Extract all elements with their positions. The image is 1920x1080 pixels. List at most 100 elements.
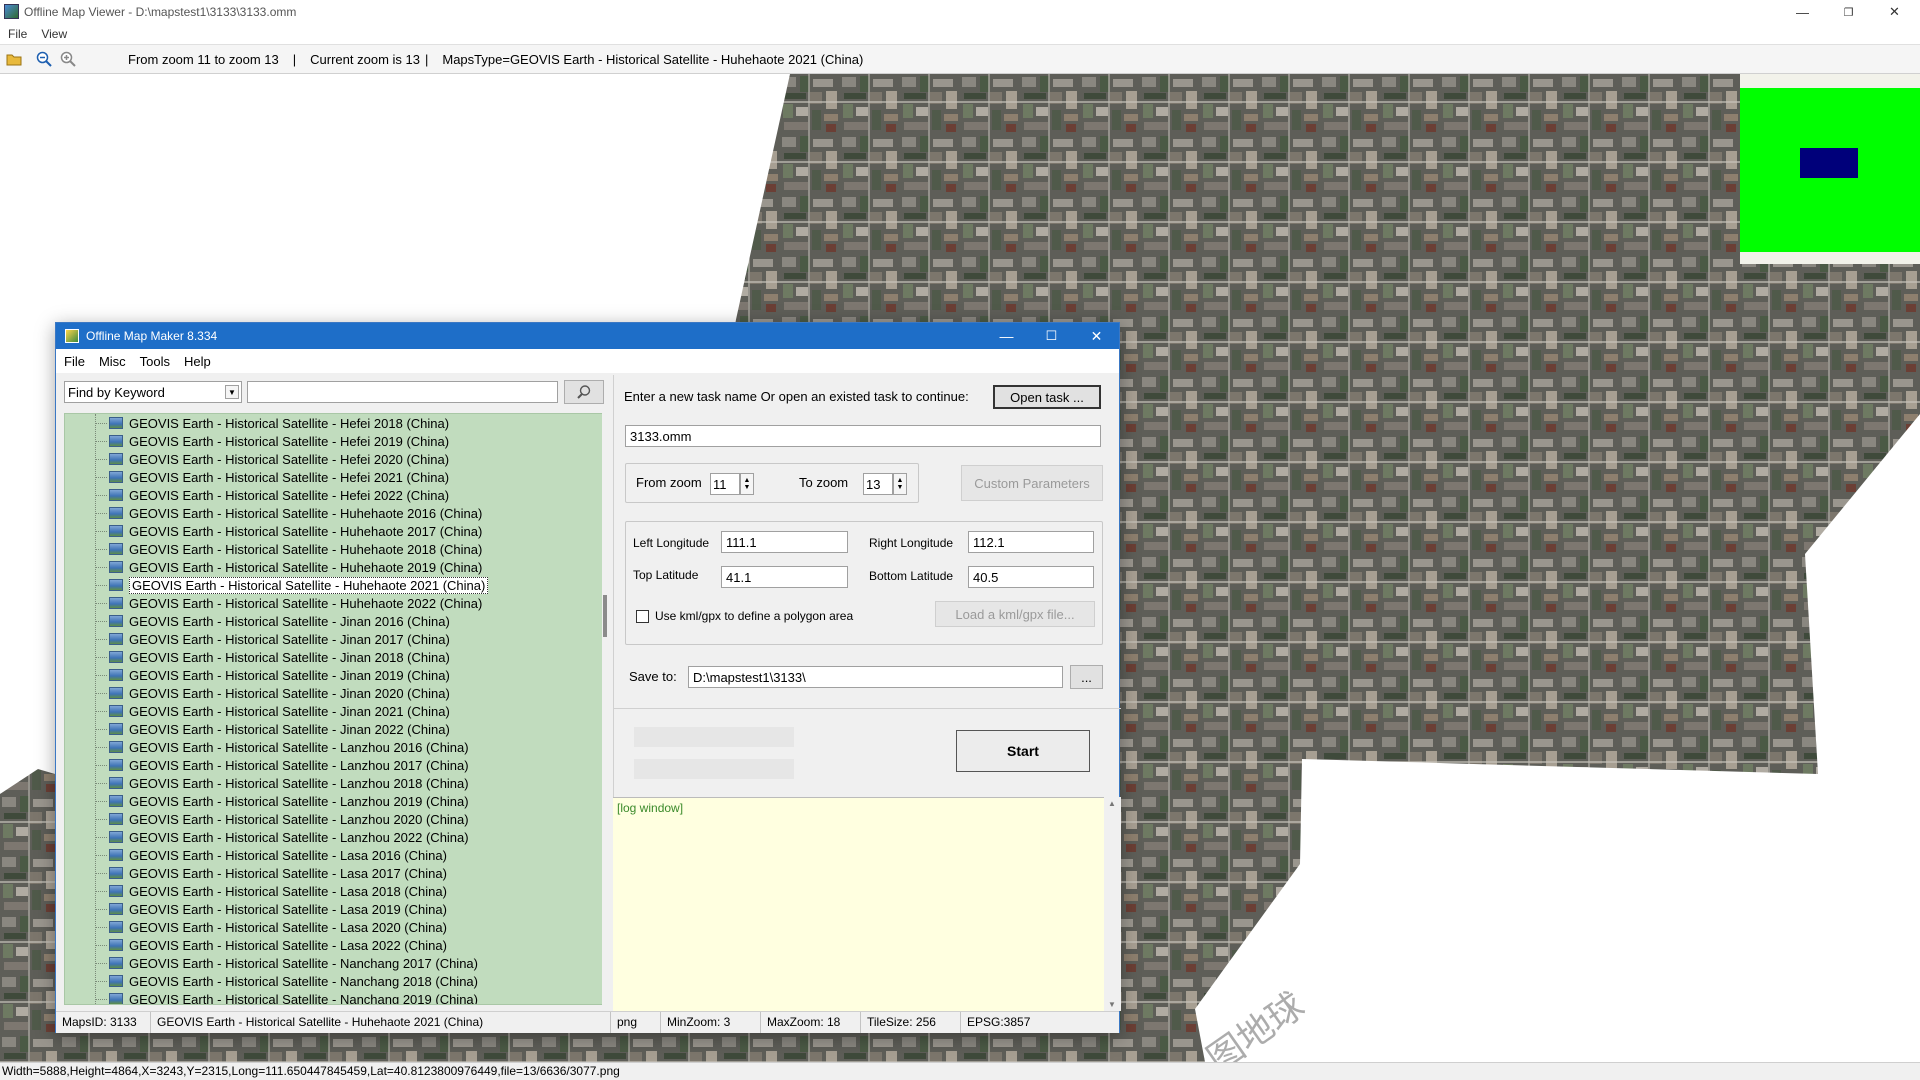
tree-item[interactable]: GEOVIS Earth - Historical Satellite - La… — [109, 936, 447, 954]
dialog-menu-help[interactable]: Help — [184, 354, 211, 369]
dialog-close-icon[interactable]: ✕ — [1074, 323, 1119, 349]
map-layer-icon — [109, 633, 123, 645]
tree-item[interactable]: GEOVIS Earth - Historical Satellite - Hu… — [109, 576, 489, 594]
tree-item[interactable]: GEOVIS Earth - Historical Satellite - Hu… — [109, 522, 482, 540]
dialog-menu-misc[interactable]: Misc — [99, 354, 126, 369]
map-layer-icon — [109, 615, 123, 627]
kml-checkbox[interactable] — [636, 610, 649, 623]
tree-item[interactable]: GEOVIS Earth - Historical Satellite - La… — [109, 792, 469, 810]
map-layer-icon — [109, 669, 123, 681]
from-zoom-spin-icon[interactable]: ▲ ▼ — [740, 473, 754, 495]
tree-item[interactable]: GEOVIS Earth - Historical Satellite - He… — [109, 414, 449, 432]
tree-item[interactable]: GEOVIS Earth - Historical Satellite - La… — [109, 828, 469, 846]
toolbar-separator: | — [424, 51, 429, 67]
search-button[interactable] — [564, 380, 604, 404]
progress-bar-2 — [634, 759, 794, 779]
map-layer-icon — [109, 687, 123, 699]
open-folder-icon[interactable] — [4, 49, 24, 69]
to-zoom-spin-icon[interactable]: ▲ ▼ — [893, 473, 907, 495]
tree-item[interactable]: GEOVIS Earth - Historical Satellite - Na… — [109, 990, 478, 1004]
tree-item[interactable]: GEOVIS Earth - Historical Satellite - La… — [109, 810, 469, 828]
tree-item[interactable]: GEOVIS Earth - Historical Satellite - Hu… — [109, 504, 482, 522]
map-layer-icon — [109, 705, 123, 717]
map-layer-icon — [109, 849, 123, 861]
tree-item-label: GEOVIS Earth - Historical Satellite - Na… — [129, 973, 478, 989]
search-input[interactable] — [247, 381, 558, 403]
viewer-menubar: File View — [0, 24, 1920, 44]
start-button[interactable]: Start — [956, 730, 1090, 772]
tree-item[interactable]: GEOVIS Earth - Historical Satellite - He… — [109, 450, 449, 468]
status-tile-size: TileSize: 256 — [861, 1012, 961, 1033]
tree-item[interactable]: GEOVIS Earth - Historical Satellite - La… — [109, 756, 469, 774]
map-layer-icon — [109, 417, 123, 429]
from-zoom-stepper[interactable]: 11 — [710, 473, 740, 495]
custom-parameters-button[interactable]: Custom Parameters — [961, 465, 1103, 501]
tree-item[interactable]: GEOVIS Earth - Historical Satellite - He… — [109, 432, 449, 450]
tree-item[interactable]: GEOVIS Earth - Historical Satellite - Na… — [109, 972, 478, 990]
dialog-menu-tools[interactable]: Tools — [140, 354, 170, 369]
tree-item[interactable]: GEOVIS Earth - Historical Satellite - Hu… — [109, 540, 482, 558]
tree-item[interactable]: GEOVIS Earth - Historical Satellite - He… — [109, 486, 449, 504]
tree-item-label: GEOVIS Earth - Historical Satellite - La… — [129, 739, 469, 755]
map-layer-icon — [109, 777, 123, 789]
dialog-maximize-icon[interactable]: ☐ — [1029, 323, 1074, 349]
tree-item[interactable]: GEOVIS Earth - Historical Satellite - Ji… — [109, 720, 450, 738]
map-layer-icon — [109, 525, 123, 537]
tree-item[interactable]: GEOVIS Earth - Historical Satellite - Ji… — [109, 612, 450, 630]
tree-item-label: GEOVIS Earth - Historical Satellite - La… — [129, 847, 447, 863]
dialog-menu-file[interactable]: File — [64, 354, 85, 369]
tree-item[interactable]: GEOVIS Earth - Historical Satellite - Ji… — [109, 702, 450, 720]
tree-item[interactable]: GEOVIS Earth - Historical Satellite - He… — [109, 468, 449, 486]
tree-item[interactable]: GEOVIS Earth - Historical Satellite - La… — [109, 882, 447, 900]
log-scrollbar[interactable]: ▲ ▼ — [1104, 797, 1121, 1011]
restore-icon[interactable]: ❐ — [1826, 0, 1871, 24]
load-kml-button[interactable]: Load a kml/gpx file... — [935, 601, 1095, 627]
tree-item[interactable]: GEOVIS Earth - Historical Satellite - La… — [109, 900, 447, 918]
tree-item[interactable]: GEOVIS Earth - Historical Satellite - La… — [109, 864, 447, 882]
tree-item[interactable]: GEOVIS Earth - Historical Satellite - La… — [109, 918, 447, 936]
dialog-minimize-icon[interactable]: — — [984, 323, 1029, 349]
offline-map-maker-window: Offline Map Maker 8.334 — ☐ ✕ File Misc … — [55, 322, 1121, 1033]
tree-item[interactable]: GEOVIS Earth - Historical Satellite - Na… — [109, 954, 478, 972]
to-zoom-stepper[interactable]: 13 — [863, 473, 893, 495]
progress-bar-1 — [634, 727, 794, 747]
minimize-icon[interactable]: — — [1780, 0, 1825, 24]
save-path-field[interactable]: D:\mapstest1\3133\ — [688, 666, 1063, 688]
zoom-in-icon[interactable] — [58, 49, 78, 69]
menu-file[interactable]: File — [8, 27, 27, 41]
log-window[interactable]: [log window] — [613, 797, 1121, 1011]
maps-tree[interactable]: GEOVIS Earth - Historical Satellite - He… — [64, 413, 604, 1005]
right-longitude-field[interactable]: 112.1 — [968, 531, 1094, 553]
divider — [613, 708, 1121, 709]
search-mode-select[interactable]: Find by Keyword ▼ — [64, 381, 242, 403]
left-longitude-field[interactable]: 111.1 — [721, 531, 848, 553]
map-layer-icon — [109, 543, 123, 555]
tree-item[interactable]: GEOVIS Earth - Historical Satellite - La… — [109, 846, 447, 864]
tree-item[interactable]: GEOVIS Earth - Historical Satellite - La… — [109, 738, 469, 756]
open-task-button[interactable]: Open task ... — [993, 385, 1101, 409]
overview-panel[interactable] — [1740, 74, 1920, 264]
close-icon[interactable]: ✕ — [1872, 0, 1917, 24]
tree-item[interactable]: GEOVIS Earth - Historical Satellite - Ji… — [109, 648, 450, 666]
zoom-out-icon[interactable] — [34, 49, 54, 69]
tree-item-label: GEOVIS Earth - Historical Satellite - Ji… — [129, 631, 450, 647]
tree-item-label: GEOVIS Earth - Historical Satellite - Hu… — [129, 559, 483, 575]
tree-item[interactable]: GEOVIS Earth - Historical Satellite - Hu… — [109, 594, 482, 612]
tree-item-label: GEOVIS Earth - Historical Satellite - La… — [129, 901, 447, 917]
tree-item[interactable]: GEOVIS Earth - Historical Satellite - Hu… — [109, 558, 482, 576]
scroll-up-icon[interactable]: ▲ — [1108, 799, 1116, 808]
tree-item-label: GEOVIS Earth - Historical Satellite - La… — [129, 865, 447, 881]
scroll-down-icon[interactable]: ▼ — [1108, 1000, 1116, 1009]
top-latitude-field[interactable]: 41.1 — [721, 566, 848, 588]
tree-item[interactable]: GEOVIS Earth - Historical Satellite - Ji… — [109, 630, 450, 648]
tree-item-label: GEOVIS Earth - Historical Satellite - Hu… — [129, 505, 483, 521]
task-name-field[interactable]: 3133.omm — [625, 425, 1101, 447]
menu-view[interactable]: View — [41, 27, 67, 41]
tree-item[interactable]: GEOVIS Earth - Historical Satellite - Ji… — [109, 684, 450, 702]
toolbar-separator: | — [292, 51, 297, 67]
bottom-latitude-field[interactable]: 40.5 — [968, 566, 1094, 588]
tree-item[interactable]: GEOVIS Earth - Historical Satellite - Ji… — [109, 666, 450, 684]
tree-item[interactable]: GEOVIS Earth - Historical Satellite - La… — [109, 774, 469, 792]
browse-button[interactable]: ... — [1070, 665, 1103, 689]
tree-scrollbar-thumb[interactable] — [603, 595, 607, 637]
